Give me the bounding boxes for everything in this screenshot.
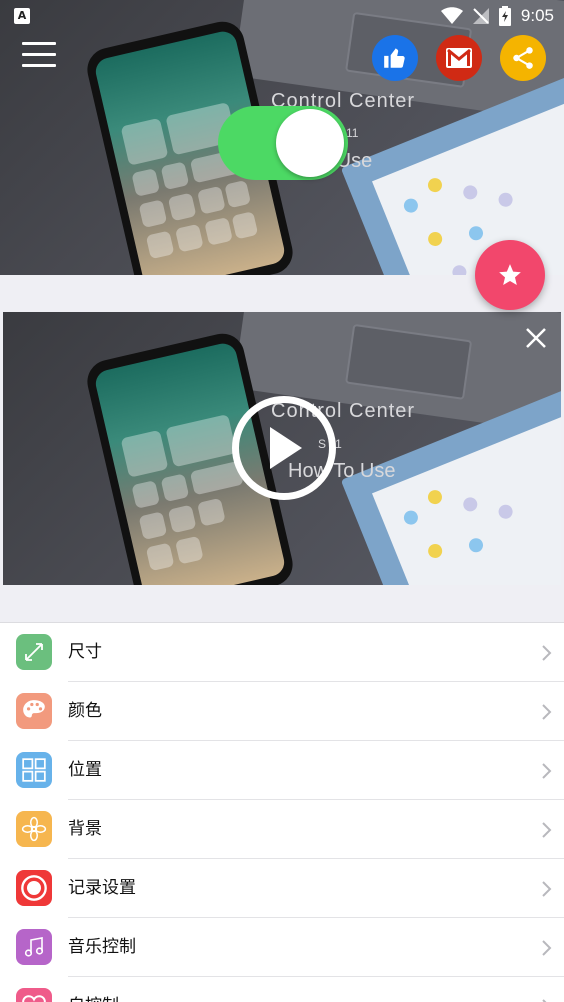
mail-icon	[446, 48, 472, 68]
music-icon	[16, 929, 52, 965]
play-button[interactable]	[232, 396, 336, 500]
chevron-right-icon	[542, 881, 552, 897]
status-bar: A 9:05	[0, 0, 564, 32]
settings-item-background[interactable]: 背景	[0, 800, 564, 859]
share-button[interactable]	[500, 35, 546, 81]
heart-icon	[16, 988, 52, 1002]
settings-item-label: 颜色	[68, 701, 102, 721]
settings-item-position[interactable]: 位置	[0, 741, 564, 800]
chevron-right-icon	[542, 822, 552, 838]
hamburger-menu-button[interactable]	[22, 42, 58, 72]
chevron-right-icon	[542, 763, 552, 779]
flower-icon	[16, 811, 52, 847]
hamburger-menu-icon	[22, 42, 56, 45]
enable-toggle[interactable]	[218, 106, 348, 180]
settings-item-label: 位置	[68, 760, 102, 780]
settings-item-label: 背景	[68, 819, 102, 839]
settings-item-label: 记录设置	[68, 878, 136, 898]
resize-icon	[16, 634, 52, 670]
settings-item-label: 尺寸	[68, 642, 102, 662]
favorite-fab-button[interactable]	[475, 240, 545, 310]
settings-list: 尺寸 颜色 位置 背景 记录设置 音乐控制	[0, 622, 564, 1002]
settings-item-record[interactable]: 记录设置	[0, 859, 564, 918]
close-icon[interactable]	[525, 327, 547, 349]
play-icon	[270, 427, 302, 469]
like-button[interactable]	[372, 35, 418, 81]
settings-item-label: 自控制	[68, 977, 119, 1002]
chevron-right-icon	[542, 940, 552, 956]
grid-icon	[16, 752, 52, 788]
settings-item-label: 音乐控制	[68, 937, 136, 957]
settings-item-size[interactable]: 尺寸	[0, 623, 564, 682]
tutorial-video[interactable]: Control Center S 11 How To Use	[3, 312, 561, 585]
chevron-right-icon	[542, 704, 552, 720]
hero-caption-version: 11	[346, 126, 359, 140]
status-time: 9:05	[520, 6, 554, 25]
hero-banner: Control Center 11 o Use	[0, 0, 564, 275]
signal-icon	[473, 8, 489, 24]
share-icon	[513, 47, 533, 69]
chevron-right-icon	[542, 645, 552, 661]
wifi-icon	[441, 7, 463, 24]
battery-icon	[499, 6, 511, 26]
settings-item-color[interactable]: 颜色	[0, 682, 564, 741]
palette-icon	[16, 693, 52, 729]
toggle-knob	[276, 109, 344, 177]
app-notification-icon: A	[14, 8, 30, 24]
settings-item-self-control[interactable]: 自控制	[0, 977, 564, 1002]
record-icon	[16, 870, 52, 906]
thumbs-up-icon	[384, 48, 405, 68]
settings-item-music[interactable]: 音乐控制	[0, 918, 564, 977]
star-icon	[499, 264, 521, 285]
gmail-button[interactable]	[436, 35, 482, 81]
